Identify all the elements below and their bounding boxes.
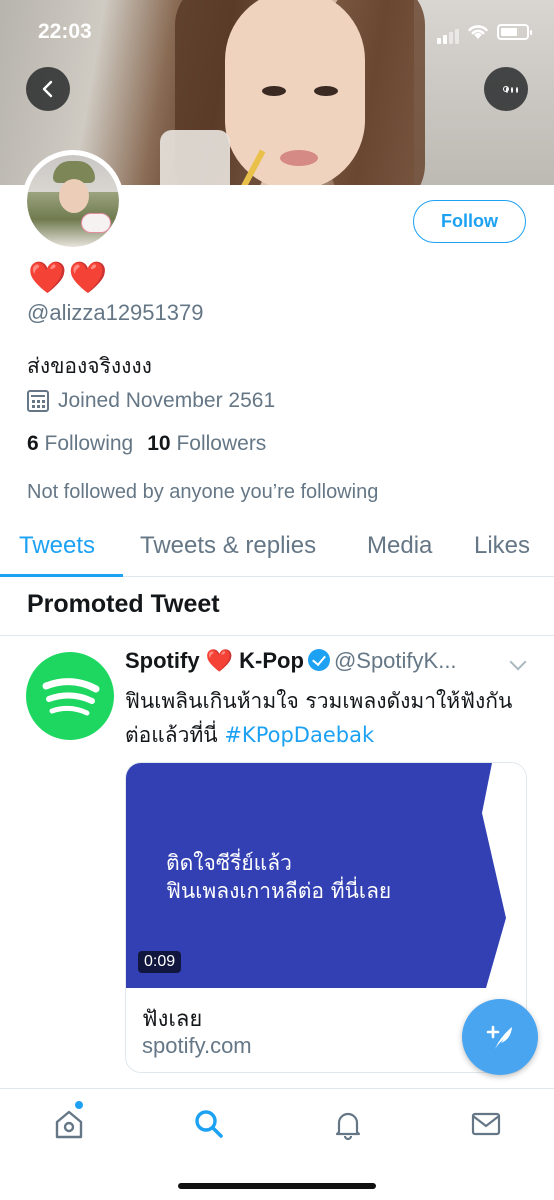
verified-badge-icon bbox=[307, 649, 330, 671]
compose-tweet-icon bbox=[486, 1025, 512, 1049]
tweet-text: ฟินเพลินเกินห้ามใจ รวมเพลงดังมาให้ฟังกัน… bbox=[125, 684, 525, 752]
profile-avatar[interactable] bbox=[22, 150, 124, 252]
following-link[interactable]: 6 Following bbox=[27, 432, 133, 455]
notifications-icon[interactable] bbox=[331, 1107, 365, 1141]
followers-count: 10 bbox=[147, 432, 171, 455]
tab-tweets-replies[interactable]: Tweets & replies bbox=[140, 532, 316, 560]
tweet-hashtag[interactable]: #KPopDaebak bbox=[224, 723, 374, 747]
tab-tweets[interactable]: Tweets bbox=[19, 532, 95, 560]
card-headline-line2: ฟินเพลงเกาหลีต่อ ที่นี่เลย bbox=[166, 879, 392, 903]
tab-likes[interactable]: Likes bbox=[474, 532, 530, 560]
divider bbox=[0, 635, 554, 636]
tweet-author-name[interactable]: Spotify ❤️ K-Pop bbox=[125, 648, 304, 673]
chevron-left-icon bbox=[42, 80, 53, 98]
profile-bio: ส่งของจริงงงง bbox=[27, 354, 152, 378]
search-icon[interactable] bbox=[192, 1107, 226, 1141]
followers-label: Followers bbox=[176, 432, 267, 455]
home-icon[interactable] bbox=[52, 1107, 86, 1141]
banner-detail bbox=[314, 86, 338, 96]
display-name: ❤️❤️ bbox=[28, 260, 110, 296]
home-indicator bbox=[178, 1183, 376, 1189]
wifi-icon bbox=[468, 25, 488, 39]
follow-button[interactable]: Follow bbox=[413, 200, 526, 243]
followers-link[interactable]: 10 Followers bbox=[147, 432, 266, 455]
active-tab-indicator bbox=[0, 574, 123, 577]
follow-counts: 6 Following 10 Followers bbox=[27, 432, 266, 456]
messages-icon[interactable] bbox=[469, 1107, 503, 1141]
video-duration: 0:09 bbox=[138, 951, 182, 973]
banner-detail bbox=[262, 86, 286, 96]
banner-detail bbox=[160, 130, 230, 185]
following-label: Following bbox=[44, 432, 134, 455]
profile-tabs: Tweets Tweets & replies Media Likes bbox=[0, 518, 554, 577]
tweet-author-avatar[interactable] bbox=[26, 652, 114, 740]
compose-tweet-button[interactable] bbox=[462, 999, 538, 1075]
not-followed-notice: Not followed by anyone you’re following bbox=[27, 481, 379, 503]
battery-icon bbox=[497, 24, 532, 40]
joined-text: Joined November 2561 bbox=[58, 389, 276, 412]
promoted-heading: Promoted Tweet bbox=[27, 590, 220, 618]
following-count: 6 bbox=[27, 432, 39, 455]
joined-date: Joined November 2561 bbox=[27, 389, 275, 413]
banner-detail bbox=[280, 150, 318, 166]
back-button[interactable] bbox=[26, 67, 70, 111]
home-notification-dot bbox=[75, 1101, 83, 1109]
card-domain: spotify.com bbox=[142, 1033, 252, 1058]
signal-icon bbox=[437, 25, 461, 44]
card-title: ฟังเลย bbox=[142, 1007, 203, 1032]
tab-media[interactable]: Media bbox=[367, 532, 432, 560]
tweet-author-handle[interactable]: @SpotifyK... bbox=[334, 648, 457, 673]
status-bar: 22:03 bbox=[0, 0, 554, 62]
card-video[interactable]: ติดใจซีรี่ย์แล้ว ฟินเพลงเกาหลีต่อ ที่นี่… bbox=[126, 763, 526, 988]
calendar-icon bbox=[27, 390, 49, 412]
spotify-logo-icon bbox=[42, 678, 100, 716]
tweet-header: Spotify ❤️ K-Pop @SpotifyK... bbox=[125, 648, 545, 680]
username-handle: @alizza12951379 bbox=[27, 300, 204, 325]
more-icon bbox=[503, 86, 518, 93]
status-time: 22:03 bbox=[38, 20, 92, 43]
more-options-button[interactable] bbox=[484, 67, 528, 111]
